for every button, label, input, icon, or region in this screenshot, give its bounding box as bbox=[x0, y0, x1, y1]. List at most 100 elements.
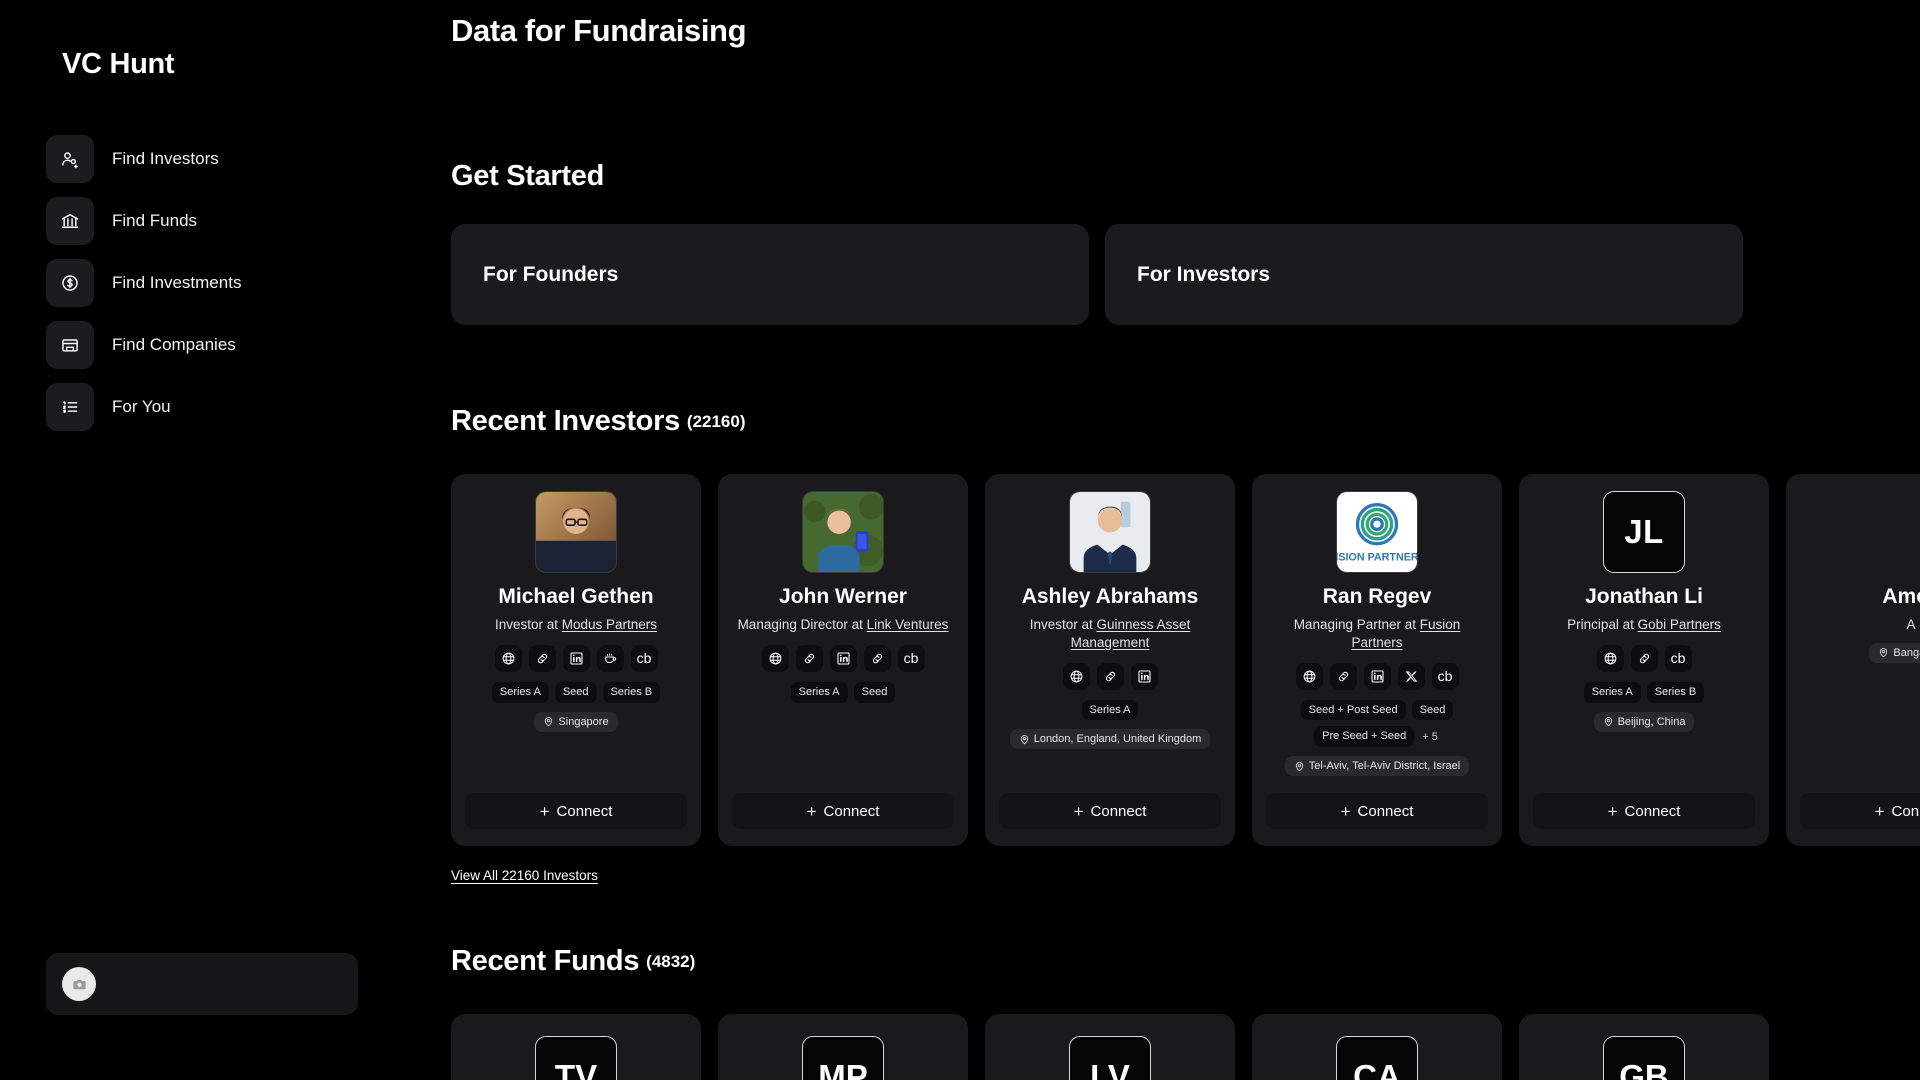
plus-icon: + bbox=[806, 801, 817, 821]
investor-location-pill: London, England, United Kingdom bbox=[1009, 729, 1211, 750]
map-pin-icon bbox=[543, 716, 554, 727]
fund-avatar-initials: GB bbox=[1603, 1036, 1685, 1080]
investor-stage-tags: Series A Series B bbox=[1583, 681, 1705, 703]
bank-icon bbox=[46, 197, 94, 245]
angellist-icon[interactable] bbox=[596, 644, 624, 672]
map-pin-icon bbox=[1019, 734, 1030, 745]
investor-role-prefix: Investor at bbox=[1029, 617, 1097, 633]
connect-button[interactable]: + Connect bbox=[1533, 793, 1755, 829]
link-icon[interactable] bbox=[795, 644, 823, 672]
crunchbase-icon[interactable]: cb bbox=[897, 644, 925, 672]
link-icon[interactable] bbox=[528, 644, 556, 672]
stage-tag: Series A bbox=[1583, 681, 1641, 703]
x-icon[interactable] bbox=[1397, 662, 1425, 690]
connect-button[interactable]: + Connect bbox=[1266, 793, 1488, 829]
investor-links bbox=[1062, 662, 1158, 690]
investor-links: cb bbox=[1295, 662, 1459, 690]
sidebar-item-find-investments[interactable]: Find Investments bbox=[46, 259, 406, 307]
globe-icon[interactable] bbox=[494, 644, 522, 672]
connect-button-label: Connect bbox=[1891, 802, 1920, 820]
investor-avatar-photo: ISION PARTNER bbox=[1336, 491, 1418, 573]
crunchbase-icon[interactable]: cb bbox=[630, 644, 658, 672]
sidebar-item-for-you[interactable]: For You bbox=[46, 383, 406, 431]
investor-location-text: Bangalore bbox=[1893, 646, 1920, 659]
fund-avatar-initials: MP bbox=[802, 1036, 884, 1080]
recent-investors-count: (22160) bbox=[686, 412, 746, 431]
recent-funds-count: (4832) bbox=[646, 952, 696, 971]
sidebar-item-label: For You bbox=[112, 397, 171, 416]
fund-card[interactable]: CA bbox=[1252, 1014, 1502, 1080]
view-all-investors-link[interactable]: View All 22160 Investors bbox=[451, 868, 598, 883]
investor-links: cb bbox=[761, 644, 925, 672]
investor-role-prefix: Principal at bbox=[1567, 617, 1638, 633]
investor-card[interactable]: JL Jonathan Li Principal at Gobi Partners c… bbox=[1519, 474, 1769, 846]
fund-card[interactable]: MP bbox=[718, 1014, 968, 1080]
investor-name: Ashley Abrahams bbox=[1021, 585, 1199, 608]
investor-name: Michael Gethen bbox=[498, 585, 654, 608]
connect-button[interactable]: + Connect bbox=[465, 793, 687, 829]
sidebar-item-find-companies[interactable]: Find Companies bbox=[46, 321, 406, 369]
app-logo-title: VC Hunt bbox=[62, 48, 175, 80]
investor-links: cb bbox=[1596, 644, 1692, 672]
map-pin-icon bbox=[1294, 761, 1305, 772]
linkedin-icon[interactable] bbox=[562, 644, 590, 672]
investor-role-prefix: Managing Partner at bbox=[1293, 617, 1420, 633]
connect-button-label: Connect bbox=[1090, 802, 1147, 820]
link-icon[interactable] bbox=[1329, 662, 1357, 690]
sidebar-item-find-funds[interactable]: Find Funds bbox=[46, 197, 406, 245]
stage-tag: Pre Seed + Seed bbox=[1314, 726, 1415, 748]
investor-firm-link[interactable]: Gobi Partners bbox=[1638, 617, 1721, 632]
recent-funds-heading-row: Recent Funds (4832) bbox=[451, 945, 1920, 978]
link-icon[interactable] bbox=[863, 644, 891, 672]
stage-tag: Series A bbox=[790, 681, 848, 703]
globe-icon[interactable] bbox=[1295, 662, 1323, 690]
stage-tag: Series A bbox=[1081, 699, 1139, 721]
investor-location-pill: Singapore bbox=[534, 711, 618, 732]
investor-card[interactable]: John Werner Managing Director at Link Ven… bbox=[718, 474, 968, 846]
connect-button-label: Connect bbox=[1624, 802, 1681, 820]
crunchbase-icon[interactable]: cb bbox=[1664, 644, 1692, 672]
investor-location-pill: Beijing, China bbox=[1593, 711, 1695, 732]
linkedin-icon[interactable] bbox=[1363, 662, 1391, 690]
stage-tag: Series B bbox=[1646, 681, 1705, 703]
user-profile-card[interactable] bbox=[46, 953, 358, 1015]
sidebar-item-find-investors[interactable]: Find Investors bbox=[46, 135, 406, 183]
investor-card[interactable]: ISION PARTNER Ran Regev Managing Partner a… bbox=[1252, 474, 1502, 846]
investor-firm-link[interactable]: Link Ventures bbox=[867, 617, 949, 632]
connect-button[interactable]: + Connect bbox=[999, 793, 1221, 829]
camera-icon bbox=[62, 967, 96, 1001]
investor-avatar-photo bbox=[535, 491, 617, 573]
for-founders-card[interactable]: For Founders bbox=[451, 224, 1089, 325]
investor-location-text: Singapore bbox=[558, 715, 609, 728]
connect-button[interactable]: + Connect bbox=[732, 793, 954, 829]
linkedin-icon[interactable] bbox=[1130, 662, 1158, 690]
investor-name: Jonathan Li bbox=[1585, 585, 1703, 608]
investor-card[interactable]: Ashley Abrahams Investor at Guinness Asse… bbox=[985, 474, 1235, 846]
investor-name: John Werner bbox=[779, 585, 907, 608]
linkedin-icon[interactable] bbox=[829, 644, 857, 672]
fund-card[interactable]: LV bbox=[985, 1014, 1235, 1080]
globe-icon[interactable] bbox=[761, 644, 789, 672]
crunchbase-icon[interactable]: cb bbox=[1431, 662, 1459, 690]
connect-button[interactable]: + Connect bbox=[1800, 793, 1920, 829]
recent-investors-section: Recent Investors (22160) Michael Gethen In… bbox=[451, 405, 1920, 885]
fund-card[interactable]: GB bbox=[1519, 1014, 1769, 1080]
investor-firm-link[interactable]: Modus Partners bbox=[562, 617, 657, 632]
sidebar-item-label: Find Funds bbox=[112, 211, 198, 230]
fund-avatar-initials: TV bbox=[535, 1036, 617, 1080]
investor-stage-tags: Series A Seed bbox=[790, 681, 896, 703]
globe-icon[interactable] bbox=[1596, 644, 1624, 672]
investor-role-prefix: A bbox=[1906, 617, 1916, 633]
for-investors-card[interactable]: For Investors bbox=[1105, 224, 1743, 325]
globe-icon[interactable] bbox=[1062, 662, 1090, 690]
page-title: Data for Fundraising bbox=[451, 13, 747, 48]
dollar-circle-icon bbox=[46, 259, 94, 307]
investor-card[interactable]: Michael Gethen Investor at Modus Partners… bbox=[451, 474, 701, 846]
investor-name: Amey bbox=[1882, 585, 1920, 608]
link-icon[interactable] bbox=[1630, 644, 1658, 672]
list-icon bbox=[46, 383, 94, 431]
plus-icon: + bbox=[1874, 801, 1885, 821]
investor-card[interactable]: Amey A Bangalore + Connect bbox=[1786, 474, 1920, 846]
fund-card[interactable]: TV bbox=[451, 1014, 701, 1080]
link-icon[interactable] bbox=[1096, 662, 1124, 690]
